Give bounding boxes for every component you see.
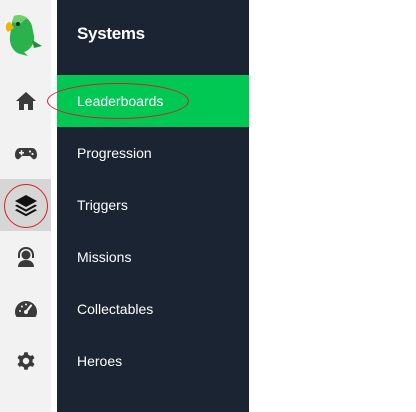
sidebar-item-dashboard[interactable] bbox=[0, 283, 51, 335]
sidebar-item-games[interactable] bbox=[0, 127, 51, 179]
gamepad-icon bbox=[14, 148, 37, 160]
menu-item-label: Triggers bbox=[77, 197, 128, 213]
menu-item-triggers[interactable]: Triggers bbox=[57, 179, 249, 231]
parrot-logo[interactable] bbox=[4, 12, 48, 58]
sidebar-item-systems[interactable] bbox=[0, 179, 51, 231]
menu-item-missions[interactable]: Missions bbox=[57, 231, 249, 283]
menu-item-label: Heroes bbox=[77, 353, 123, 369]
speedometer-icon bbox=[14, 301, 37, 317]
menu-item-label: Missions bbox=[77, 249, 132, 265]
menu-item-leaderboards[interactable]: Leaderboards bbox=[57, 75, 249, 127]
home-icon bbox=[15, 92, 36, 110]
sidebar-item-settings[interactable] bbox=[0, 335, 51, 387]
systems-panel: Systems Leaderboards Progression Trigger… bbox=[57, 0, 249, 412]
gear-icon bbox=[17, 352, 34, 370]
menu-item-label: Leaderboards bbox=[77, 93, 164, 109]
panel-title: Systems bbox=[77, 24, 145, 43]
layers-icon bbox=[14, 195, 37, 217]
sidebar-item-home[interactable] bbox=[0, 75, 51, 127]
support-agent-icon bbox=[17, 247, 34, 267]
menu-item-heroes[interactable]: Heroes bbox=[57, 335, 249, 387]
menu-item-label: Progression bbox=[77, 145, 152, 161]
icon-rail bbox=[0, 0, 51, 412]
sidebar-item-support[interactable] bbox=[0, 231, 51, 283]
menu-item-collectables[interactable]: Collectables bbox=[57, 283, 249, 335]
menu-item-progression[interactable]: Progression bbox=[57, 127, 249, 179]
menu-item-label: Collectables bbox=[77, 301, 154, 317]
